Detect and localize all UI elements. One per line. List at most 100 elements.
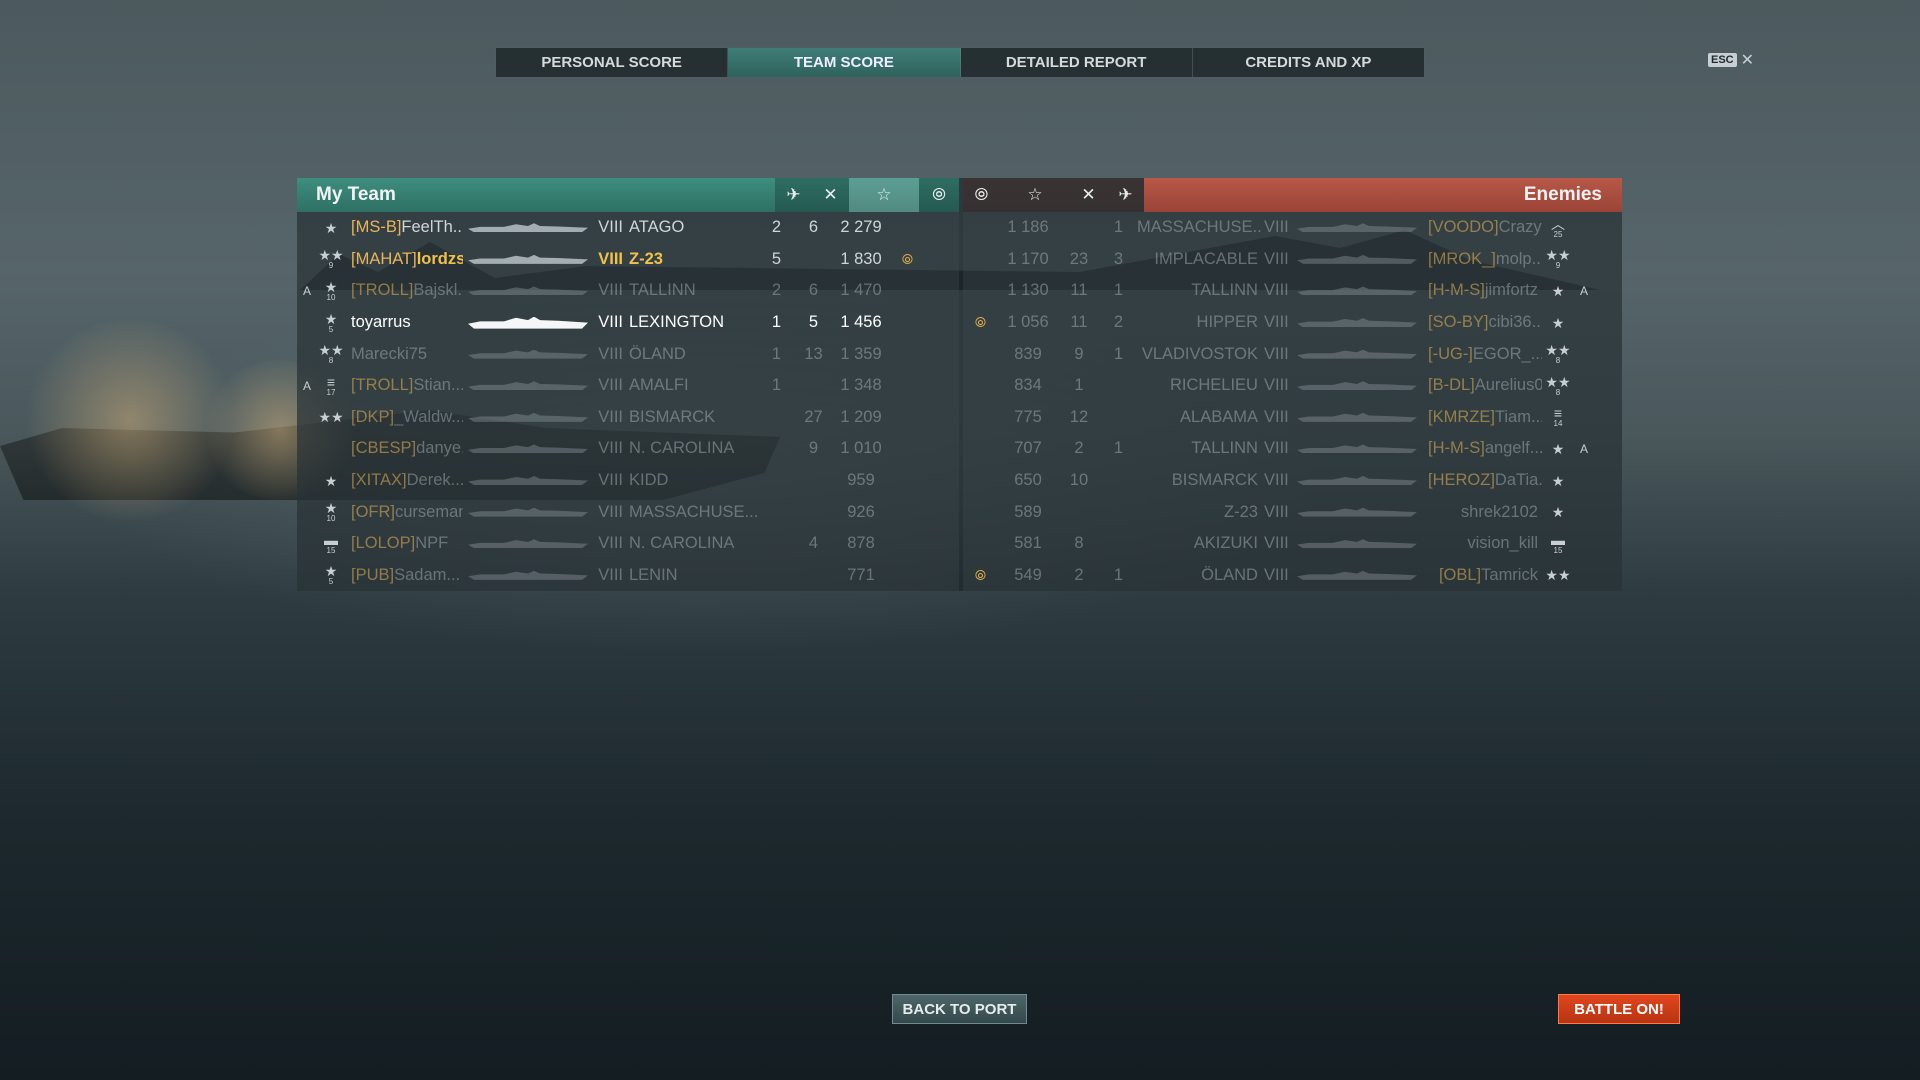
player-row[interactable]: ★★ 8 Marecki75 VIII ÖLAND 1 13 1 359 <box>297 338 959 370</box>
back-to-port-button[interactable]: BACK TO PORT <box>892 994 1027 1024</box>
player-name: [VOODO]Crazy... <box>1422 218 1542 237</box>
player-nickname: DaTia... <box>1494 471 1542 490</box>
rank-level: 15 <box>326 545 336 555</box>
ship-name: ALABAMA <box>1180 407 1258 426</box>
frags: 2 <box>1074 439 1084 458</box>
player-row[interactable]: A ≡ 17 [TROLL]Stian... VIII AMALFI 1 1 348 <box>297 370 959 402</box>
player-row[interactable]: [CBESP]danye... VIII N. CAROLINA 9 1 010 <box>297 433 959 465</box>
ship-tier: VIII <box>1263 249 1289 268</box>
clan-tag: [MS-B] <box>351 218 402 237</box>
player-row[interactable]: ★ [MS-B]FeelTh... VIII ATAGO 2 6 2 279 <box>297 212 959 244</box>
clan-tag: [VOODO] <box>1427 218 1499 237</box>
ship-silhouette-icon <box>1296 476 1417 486</box>
player-nickname: Tamrick <box>1481 565 1538 584</box>
base-xp: 1 348 <box>840 376 882 395</box>
clan-tag: [OFR] <box>351 502 395 521</box>
tab-credits-and-xp[interactable]: CREDITS AND XP <box>1193 48 1424 77</box>
tab-detailed-report[interactable]: DETAILED REPORT <box>961 48 1193 77</box>
player-row[interactable]: A★10[TROLL]Bajskl...VIIITALLINN261 470 <box>297 275 959 307</box>
ship-tier: VIII <box>598 376 623 395</box>
tab-personal-score[interactable]: PERSONAL SCORE <box>496 48 729 77</box>
rank-emblem: ≡ <box>1553 405 1563 422</box>
ship-silhouette-icon <box>468 223 588 233</box>
player-row[interactable]: 834 1 RICHELIEU VIII [B-DL]Aurelius0...★★8 <box>963 370 1622 402</box>
player-row[interactable]: 1 1861MASSACHUSE...VIII[VOODO]Crazy...︿2… <box>963 212 1622 244</box>
player-row[interactable]: ⦾ 549 2 1 ÖLAND VIII [OBL]Tamrick ★★ <box>963 560 1622 592</box>
battle-on-button[interactable]: BATTLE ON! <box>1558 994 1680 1024</box>
ship-name: TALLINN <box>629 281 696 300</box>
ship-silhouette <box>463 476 593 486</box>
player-nickname: Stian... <box>413 376 463 395</box>
player-row[interactable]: 589 Z-23 VIII shrek2102 ★ <box>963 496 1622 528</box>
tab-team-score[interactable]: TEAM SCORE <box>728 48 961 77</box>
player-nickname: vision_kill <box>1467 534 1538 553</box>
base-capture-icon: ⦾ <box>962 178 1000 212</box>
base-xp: 1 170 <box>1007 249 1049 268</box>
player-name: [XITAX]Derek... <box>345 471 463 490</box>
ship-silhouette <box>1292 412 1422 422</box>
ship-tier: VIII <box>598 502 623 521</box>
planes-destroyed: 2 <box>771 218 782 237</box>
planes-destroyed: 3 <box>1113 249 1124 268</box>
player-nickname: toyarrus <box>351 313 411 332</box>
player-row[interactable]: ★ 5 toyarrus VIII LEXINGTON 1 5 1 456 <box>297 307 959 339</box>
ship-name: AKIZUKI <box>1193 534 1258 553</box>
player-name: [OBL]Tamrick <box>1422 566 1542 585</box>
ship-silhouette <box>463 286 593 296</box>
ship-tier: VIII <box>598 534 623 553</box>
player-name: [MAHAT]lordzs... <box>345 250 463 269</box>
player-row[interactable]: ⦾ 1 056 11 2 HIPPER VIII [SO-BY]cibi36... ★ <box>963 307 1622 339</box>
frags-icon: ✕ <box>1069 178 1107 212</box>
ship-silhouette <box>1292 507 1422 517</box>
base-xp: 2 279 <box>840 218 882 237</box>
planes-destroyed: 1 <box>1113 565 1124 584</box>
player-row[interactable]: 581 8 AKIZUKI VIII vision_kill ▬ 15 <box>963 528 1622 560</box>
player-nickname: Tiam... <box>1494 407 1542 426</box>
player-row[interactable]: 707 2 1 TALLINN VIII [H-M-S]angelf... ★ A <box>963 433 1622 465</box>
ship-name: BISMARCK <box>629 407 716 426</box>
scoreboard-header: My Team ✈ ✕ ☆ ⦾ ⦾ ☆ ✕ ✈ Enemies <box>297 178 1622 212</box>
rank-emblem: ★★ <box>1545 247 1571 264</box>
ship-tier: VIII <box>598 281 623 300</box>
player-row[interactable]: 650 10 BISMARCK VIII [HEROZ]DaTia... ★ <box>963 465 1622 497</box>
enemies-list: 1 1861MASSACHUSE...VIII[VOODO]Crazy...︿2… <box>962 212 1622 592</box>
clan-tag: [H-M-S] <box>1427 281 1485 300</box>
player-row[interactable]: 775 12 ALABAMA VIII [KMRZE]Tiam... ≡ 14 <box>963 402 1622 434</box>
ship-silhouette-icon <box>468 381 588 391</box>
ship-tier: VIII <box>598 407 623 426</box>
player-row[interactable]: ★ [XITAX]Derek... VIII KIDD 959 <box>297 465 959 497</box>
rank-icon: ★ <box>1542 442 1574 456</box>
base-xp: 959 <box>847 471 875 490</box>
ship-silhouette-icon <box>1296 318 1417 328</box>
rank-emblem: ★★ <box>1545 373 1571 390</box>
rank-emblem: ★ <box>1551 504 1565 521</box>
ship-tier: VIII <box>598 344 623 363</box>
ship-silhouette <box>463 570 593 580</box>
rank-icon: ★ <box>1542 284 1574 298</box>
player-row[interactable]: 1 130 11 1 TALLINN VIII [H-M-S]jimfortz ★ A <box>963 275 1622 307</box>
rank-icon: ★★ 9 <box>1542 248 1574 270</box>
ship-name: AMALFI <box>629 376 689 395</box>
clan-tag: [CBESP] <box>351 439 417 458</box>
player-name: [SO-BY]cibi36... <box>1422 313 1542 332</box>
ship-name: MASSACHUSE... <box>1136 218 1262 237</box>
player-row[interactable]: 839 9 1 VLADIVOSTOK VIII [-UG-]EGOR_... ★★ 8 <box>963 338 1622 370</box>
player-row[interactable]: ▬ 15 [LOLOP]NPF VIII N. CAROLINA 4 878 <box>297 528 959 560</box>
ship-silhouette-icon <box>468 412 588 422</box>
player-row[interactable]: ★ 10 [OFR]curseman VIII MASSACHUSE... 926 <box>297 496 959 528</box>
planes-destroyed: 2 <box>1113 313 1124 332</box>
player-nickname: Aurelius0... <box>1474 376 1542 395</box>
base-xp: 926 <box>847 502 875 521</box>
player-row[interactable]: ★★ [DKP]_Waldw... VIII BISMARCK 27 1 209 <box>297 402 959 434</box>
player-name: [LOLOP]NPF <box>345 534 463 553</box>
rank-icon: ★ <box>1542 474 1574 488</box>
player-row[interactable]: 1 170 23 3 IMPLACABLE VIII [MROK_]molp... ★★ 9 <box>963 244 1622 276</box>
close-button[interactable]: ESC ✕ <box>1708 50 1754 70</box>
clan-tag: [TROLL] <box>351 281 414 300</box>
player-row[interactable]: ★★9[MAHAT]lordzs...VIIIZ-2351 830⦾ <box>297 244 959 276</box>
rank-level: 5 <box>328 324 334 334</box>
rank-icon: ★★ <box>317 410 345 424</box>
player-row[interactable]: ★ 5 [PUB]Sadam... VIII LENIN 771 <box>297 560 959 592</box>
ship-tier: VIII <box>598 439 623 458</box>
clan-tag: [-UG-] <box>1427 344 1473 363</box>
